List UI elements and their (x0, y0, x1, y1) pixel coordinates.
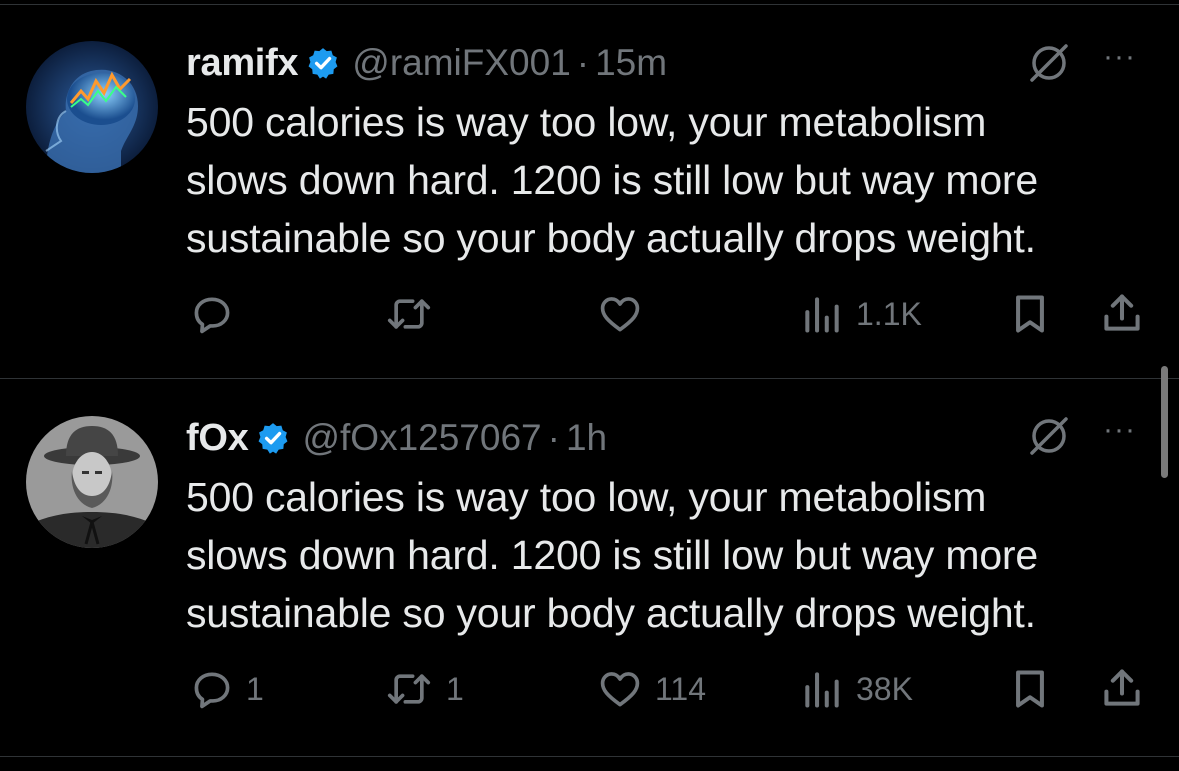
bookmark-button[interactable] (1008, 292, 1052, 336)
reply-count: 1 (246, 670, 264, 707)
like-icon (600, 297, 640, 332)
like-icon (600, 672, 640, 707)
reply-button[interactable] (190, 292, 246, 336)
timestamp[interactable]: 15m (595, 42, 667, 84)
grok-icon[interactable] (1026, 413, 1072, 459)
display-name[interactable]: fOx (186, 417, 249, 460)
brain-avatar-image (26, 41, 158, 173)
bottom-divider (0, 756, 1179, 757)
more-options-button[interactable]: ··· (1103, 40, 1136, 74)
bookmark-icon (1016, 295, 1044, 333)
separator-dot: · (576, 42, 590, 83)
tweet[interactable]: ramifx @ramiFX001 · 15m ··· 500 calories… (0, 0, 1179, 380)
like-count: 114 (655, 670, 707, 707)
bookmark-button[interactable] (1008, 667, 1052, 711)
avatar[interactable] (26, 41, 158, 173)
bookmark-icon (1016, 670, 1044, 708)
tweet-header: fOx @fOx1257067 · 1h (186, 416, 607, 460)
tweet-text-line: 500 calories is way too low, your metabo… (186, 99, 987, 145)
verified-badge-icon[interactable] (256, 421, 290, 455)
user-handle[interactable]: @fOx1257067 (302, 417, 541, 459)
cowboy-portrait-avatar-image (26, 416, 158, 548)
tweet-text: 500 calories is way too low, your metabo… (186, 468, 1166, 642)
share-button[interactable] (1100, 665, 1144, 711)
views-button[interactable]: 38K (800, 667, 913, 711)
share-icon (1104, 294, 1140, 331)
scrollbar-thumb[interactable] (1161, 366, 1168, 478)
tweet-text-line: sustainable so your body actually drops … (186, 590, 1036, 636)
views-icon (805, 297, 839, 333)
reply-icon (194, 672, 230, 709)
reply-button[interactable]: 1 (190, 667, 264, 711)
tweet-header: ramifx @ramiFX001 · 15m (186, 41, 667, 85)
repost-button[interactable]: 1 (384, 667, 464, 711)
tweet-text-line: sustainable so your body actually drops … (186, 215, 1036, 261)
like-button[interactable] (597, 292, 655, 336)
tweet-text-line: slows down hard. 1200 is still low but w… (186, 532, 1038, 578)
verified-badge-icon[interactable] (306, 46, 340, 80)
views-button[interactable]: 1.1K (800, 292, 922, 336)
more-options-button[interactable]: ··· (1103, 413, 1136, 447)
timestamp[interactable]: 1h (566, 417, 607, 459)
repost-icon (387, 299, 431, 329)
tweet-text-line: 500 calories is way too low, your metabo… (186, 474, 987, 520)
tweet[interactable]: fOx @fOx1257067 · 1h ··· 500 calories is… (0, 379, 1179, 757)
separator-dot: · (547, 417, 560, 458)
share-icon (1104, 669, 1140, 706)
like-button[interactable]: 114 (597, 667, 706, 711)
view-count: 1.1K (856, 295, 922, 332)
view-count: 38K (856, 670, 913, 707)
grok-icon[interactable] (1026, 40, 1072, 86)
reply-icon (194, 297, 230, 334)
repost-count: 1 (446, 670, 464, 707)
views-icon (805, 672, 839, 708)
avatar[interactable] (26, 416, 158, 548)
repost-icon (387, 674, 431, 704)
display-name[interactable]: ramifx (186, 42, 299, 85)
user-handle[interactable]: @ramiFX001 (352, 42, 571, 84)
share-button[interactable] (1100, 290, 1144, 336)
repost-button[interactable] (384, 292, 446, 336)
tweet-text-line: slows down hard. 1200 is still low but w… (186, 157, 1038, 203)
tweet-text: 500 calories is way too low, your metabo… (186, 93, 1166, 267)
